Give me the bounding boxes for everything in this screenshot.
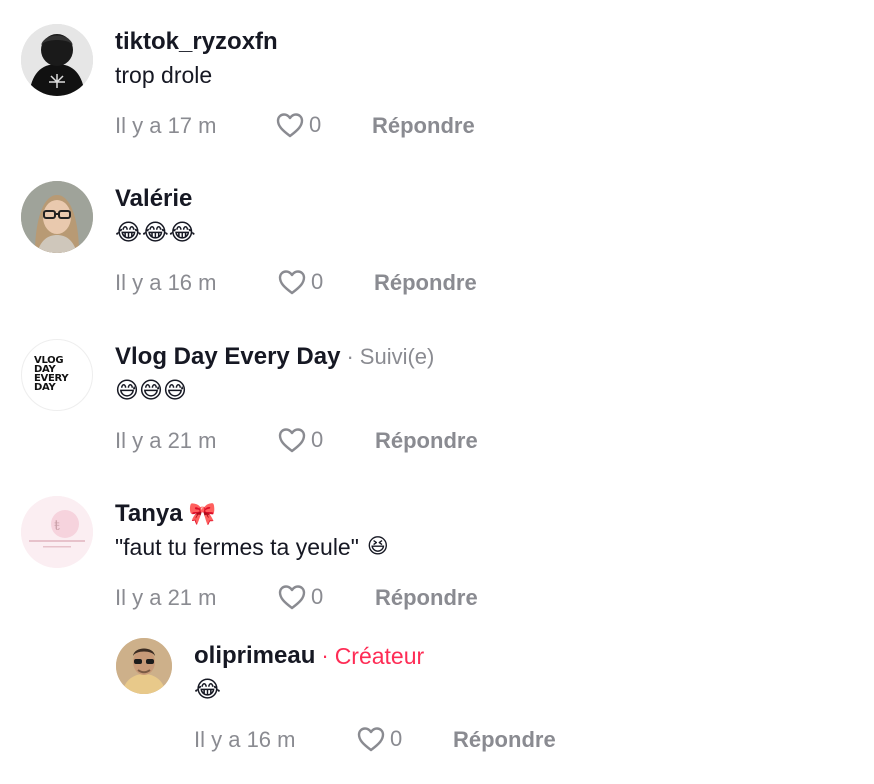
avatar[interactable]: ŧ: [21, 496, 93, 568]
reply-button[interactable]: Répondre: [375, 580, 478, 616]
comment-body: tiktok_ryzoxfn trop drole Il y a 17 m 0 …: [115, 26, 475, 138]
username[interactable]: Valérie: [115, 185, 192, 213]
timestamp: Il y a 16 m: [194, 727, 296, 752]
reply-button[interactable]: Répondre: [453, 722, 556, 758]
like-button[interactable]: 0: [356, 725, 402, 753]
comment-header: tiktok_ryzoxfn: [115, 26, 278, 58]
like-count: 0: [311, 584, 324, 609]
svg-text:ŧ: ŧ: [54, 518, 60, 534]
username[interactable]: oliprimeau: [194, 642, 315, 670]
username[interactable]: tiktok_ryzoxfn: [115, 28, 278, 56]
comment-body: Vlog Day Every Day · Suivi(e) 😅😅😅 Il y a…: [115, 341, 478, 453]
avatar[interactable]: [21, 24, 93, 96]
reply-body: oliprimeau · Créateur 😂 Il y a 16 m 0 Ré…: [194, 640, 556, 752]
comment-text: 😅😅😅: [115, 377, 187, 403]
comment-meta: Il y a 17 m 0 Répondre: [115, 108, 535, 144]
heart-icon: [278, 585, 306, 610]
avatar[interactable]: VLOG DAY EVERY DAY: [21, 339, 93, 411]
comment-text-body: "faut tu fermes ta yeule": [115, 534, 359, 560]
avatar[interactable]: [21, 181, 93, 253]
following-badge: Suivi(e): [359, 344, 435, 369]
avatar[interactable]: [116, 638, 172, 694]
like-button[interactable]: 0: [275, 111, 321, 139]
comment-text: trop drole: [115, 62, 213, 88]
reply-text: 😂: [194, 676, 221, 702]
creator-badge: Créateur: [334, 642, 425, 669]
comment-text: 😂😂😂: [115, 219, 196, 245]
comment-header: Valérie: [115, 183, 196, 215]
reply-meta: Il y a 16 m 0 Répondre: [194, 722, 614, 758]
timestamp: Il y a 17 m: [115, 113, 217, 138]
separator: ·: [321, 643, 329, 668]
comment-header: Tanya 🎀: [115, 498, 389, 530]
reply-button[interactable]: Répondre: [374, 265, 477, 301]
ribbon-emoji: 🎀: [188, 501, 216, 526]
comment-meta: Il y a 21 m 0 Répondre: [115, 423, 535, 459]
separator: ·: [346, 344, 354, 369]
reply-button[interactable]: Répondre: [375, 423, 478, 459]
comment-body: Valérie 😂😂😂 Il y a 16 m 0 Répondre: [115, 183, 477, 295]
heart-icon: [276, 113, 304, 138]
username[interactable]: Tanya: [115, 500, 183, 528]
like-count: 0: [309, 112, 322, 137]
reply-button[interactable]: Répondre: [372, 108, 475, 144]
laughing-emoji: 😆: [366, 535, 389, 558]
comment-meta: Il y a 16 m 0 Répondre: [115, 265, 535, 301]
timestamp: Il y a 16 m: [115, 270, 217, 295]
like-count: 0: [390, 726, 403, 751]
timestamp: Il y a 21 m: [115, 585, 217, 610]
heart-icon: [357, 727, 385, 752]
like-count: 0: [311, 427, 324, 452]
comment-meta: Il y a 21 m 0 Répondre: [115, 580, 535, 616]
comment-header: Vlog Day Every Day · Suivi(e): [115, 341, 434, 373]
comment-body: Tanya 🎀 "faut tu fermes ta yeule" 😆 Il y…: [115, 498, 478, 610]
comment-text: "faut tu fermes ta yeule" 😆: [115, 530, 389, 564]
like-button[interactable]: 0: [277, 583, 323, 611]
like-button[interactable]: 0: [277, 268, 323, 296]
heart-icon: [278, 428, 306, 453]
like-count: 0: [311, 269, 324, 294]
avatar-logo-text: VLOG DAY EVERY DAY: [34, 355, 69, 393]
username[interactable]: Vlog Day Every Day: [115, 343, 340, 371]
heart-icon: [278, 270, 306, 295]
reply-header: oliprimeau · Créateur: [194, 640, 424, 672]
like-button[interactable]: 0: [277, 426, 323, 454]
timestamp: Il y a 21 m: [115, 428, 217, 453]
